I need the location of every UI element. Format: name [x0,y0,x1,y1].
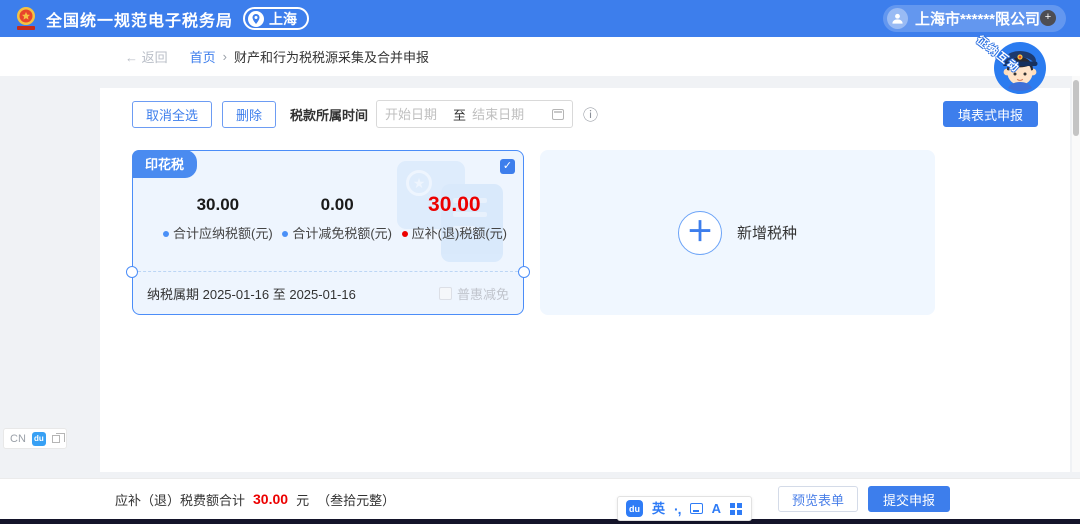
breadcrumb: ← 返回 首页 › 财产和行为税税源采集及合并申报 [0,37,1080,76]
ime-font-button[interactable]: A [712,502,721,515]
reduction-label: 合计减免税额(元) [292,226,392,241]
add-tax-type-label: 新增税种 [737,222,797,243]
summary-label: 应补（退）税费额合计 [115,490,245,509]
date-range-to-label: 至 [453,105,466,124]
app-title: 全国统一规范电子税务局 [46,7,233,31]
ime-symbols-button[interactable]: ·, [674,501,681,517]
main-panel: 取消全选 删除 税款所属时间 至 ⓘ 填表式申报 印花税 ✓ ★ [100,88,1070,472]
metric-reduction: 0.00 合计减免税额(元) [282,193,392,242]
calendar-icon[interactable] [552,109,564,120]
due-amount: 30.00 [402,193,507,217]
breadcrumb-current-page: 财产和行为税税源采集及合并申报 [234,47,429,66]
card-checkbox-checked[interactable]: ✓ [500,159,515,174]
footer-bar: 应补（退）税费额合计 30.00 元 （叁拾元整） 预览表单 提交申报 [0,478,1080,519]
metric-due: 30.00 应补(退)税额(元) [402,193,507,242]
ime-logo-icon[interactable]: du [626,500,643,517]
relief-checkbox-group: 普惠减免 [439,284,509,303]
toolbar: 取消全选 删除 税款所属时间 至 ⓘ 填表式申报 [132,100,1038,128]
card-footer: 纳税属期 2025-01-16 至 2025-01-16 普惠减免 [133,272,523,314]
mascot-collapse-button[interactable]: + [1040,10,1056,26]
delete-button[interactable]: 删除 [222,101,276,128]
ime-logo-icon[interactable]: du [32,432,46,446]
plus-icon: ＋ [678,211,722,255]
summary-unit: 元 [296,490,309,509]
top-header: 全国统一规范电子税务局 上海 上海市******限公司 [0,0,1080,37]
language-indicator: CN du [3,428,67,449]
tax-period-label: 税款所属时间 [290,105,368,124]
blue-dot-icon [163,231,169,237]
ime-clipboard-icon[interactable] [690,503,703,514]
language-indicator-lang: CN [10,433,26,445]
metric-payable: 30.00 合计应纳税额(元) [163,193,273,242]
company-account-menu[interactable]: 上海市******限公司 [883,5,1066,32]
breadcrumb-separator-icon: › [223,49,227,64]
restore-window-icon[interactable] [52,435,60,443]
info-icon[interactable]: ⓘ [583,104,598,125]
relief-checkbox-disabled[interactable] [439,287,452,300]
back-button[interactable]: ← 返回 [125,47,168,66]
tax-period-text: 纳税属期 2025-01-16 至 2025-01-16 [147,284,356,303]
relief-checkbox-label: 普惠减免 [457,284,509,303]
cancel-select-all-button[interactable]: 取消全选 [132,101,212,128]
ime-toolbar: du 英 ·, A [617,496,752,521]
form-style-declare-button[interactable]: 填表式申报 [943,101,1038,127]
payable-label: 合计应纳税额(元) [173,226,273,241]
back-label: 返回 [142,50,168,65]
due-label: 应补(退)税额(元) [412,226,507,241]
tax-period-range-picker[interactable]: 至 [376,100,573,128]
stamp-tax-card[interactable]: 印花税 ✓ ★ 30.00 合计应纳税额(元) 0 [132,150,524,315]
breadcrumb-home-link[interactable]: 首页 [190,47,216,66]
interaction-mascot[interactable]: 征纳互动 [994,42,1046,94]
user-avatar-icon [887,8,908,29]
summary-amount: 30.00 [253,491,288,507]
submit-declaration-button[interactable]: 提交申报 [868,486,950,512]
location-selector[interactable]: 上海 [243,7,309,30]
summary-amount-in-words: （叁拾元整） [317,490,395,509]
company-name: 上海市******限公司 [915,8,1040,29]
tax-bureau-emblem-icon [14,6,38,32]
tax-type-tag: 印花税 [132,150,197,178]
back-arrow-icon: ← [125,50,138,65]
red-dot-icon [402,231,408,237]
add-tax-type-card[interactable]: ＋ 新增税种 [540,150,935,315]
blue-dot-icon [282,231,288,237]
reduction-amount: 0.00 [282,193,392,217]
tax-cards-row: 印花税 ✓ ★ 30.00 合计应纳税额(元) 0 [132,150,935,315]
payable-amount: 30.00 [163,193,273,217]
taskbar-edge [0,519,1080,524]
location-label: 上海 [269,9,297,29]
vertical-scrollbar-track [1072,76,1080,472]
app-window: 全国统一规范电子税务局 上海 上海市******限公司 + 征纳互动 [0,0,1080,524]
start-date-input[interactable] [385,107,447,122]
vertical-scrollbar-thumb[interactable] [1073,80,1079,136]
end-date-input[interactable] [472,107,534,122]
preview-form-button[interactable]: 预览表单 [778,486,858,512]
location-pin-icon [248,11,264,27]
ime-language-mode-button[interactable]: 英 [652,502,665,515]
tax-metrics: 30.00 合计应纳税额(元) 0.00 合计减免税额(元) 30.00 应补(… [133,193,523,242]
ime-grid-menu-icon[interactable] [730,503,735,508]
